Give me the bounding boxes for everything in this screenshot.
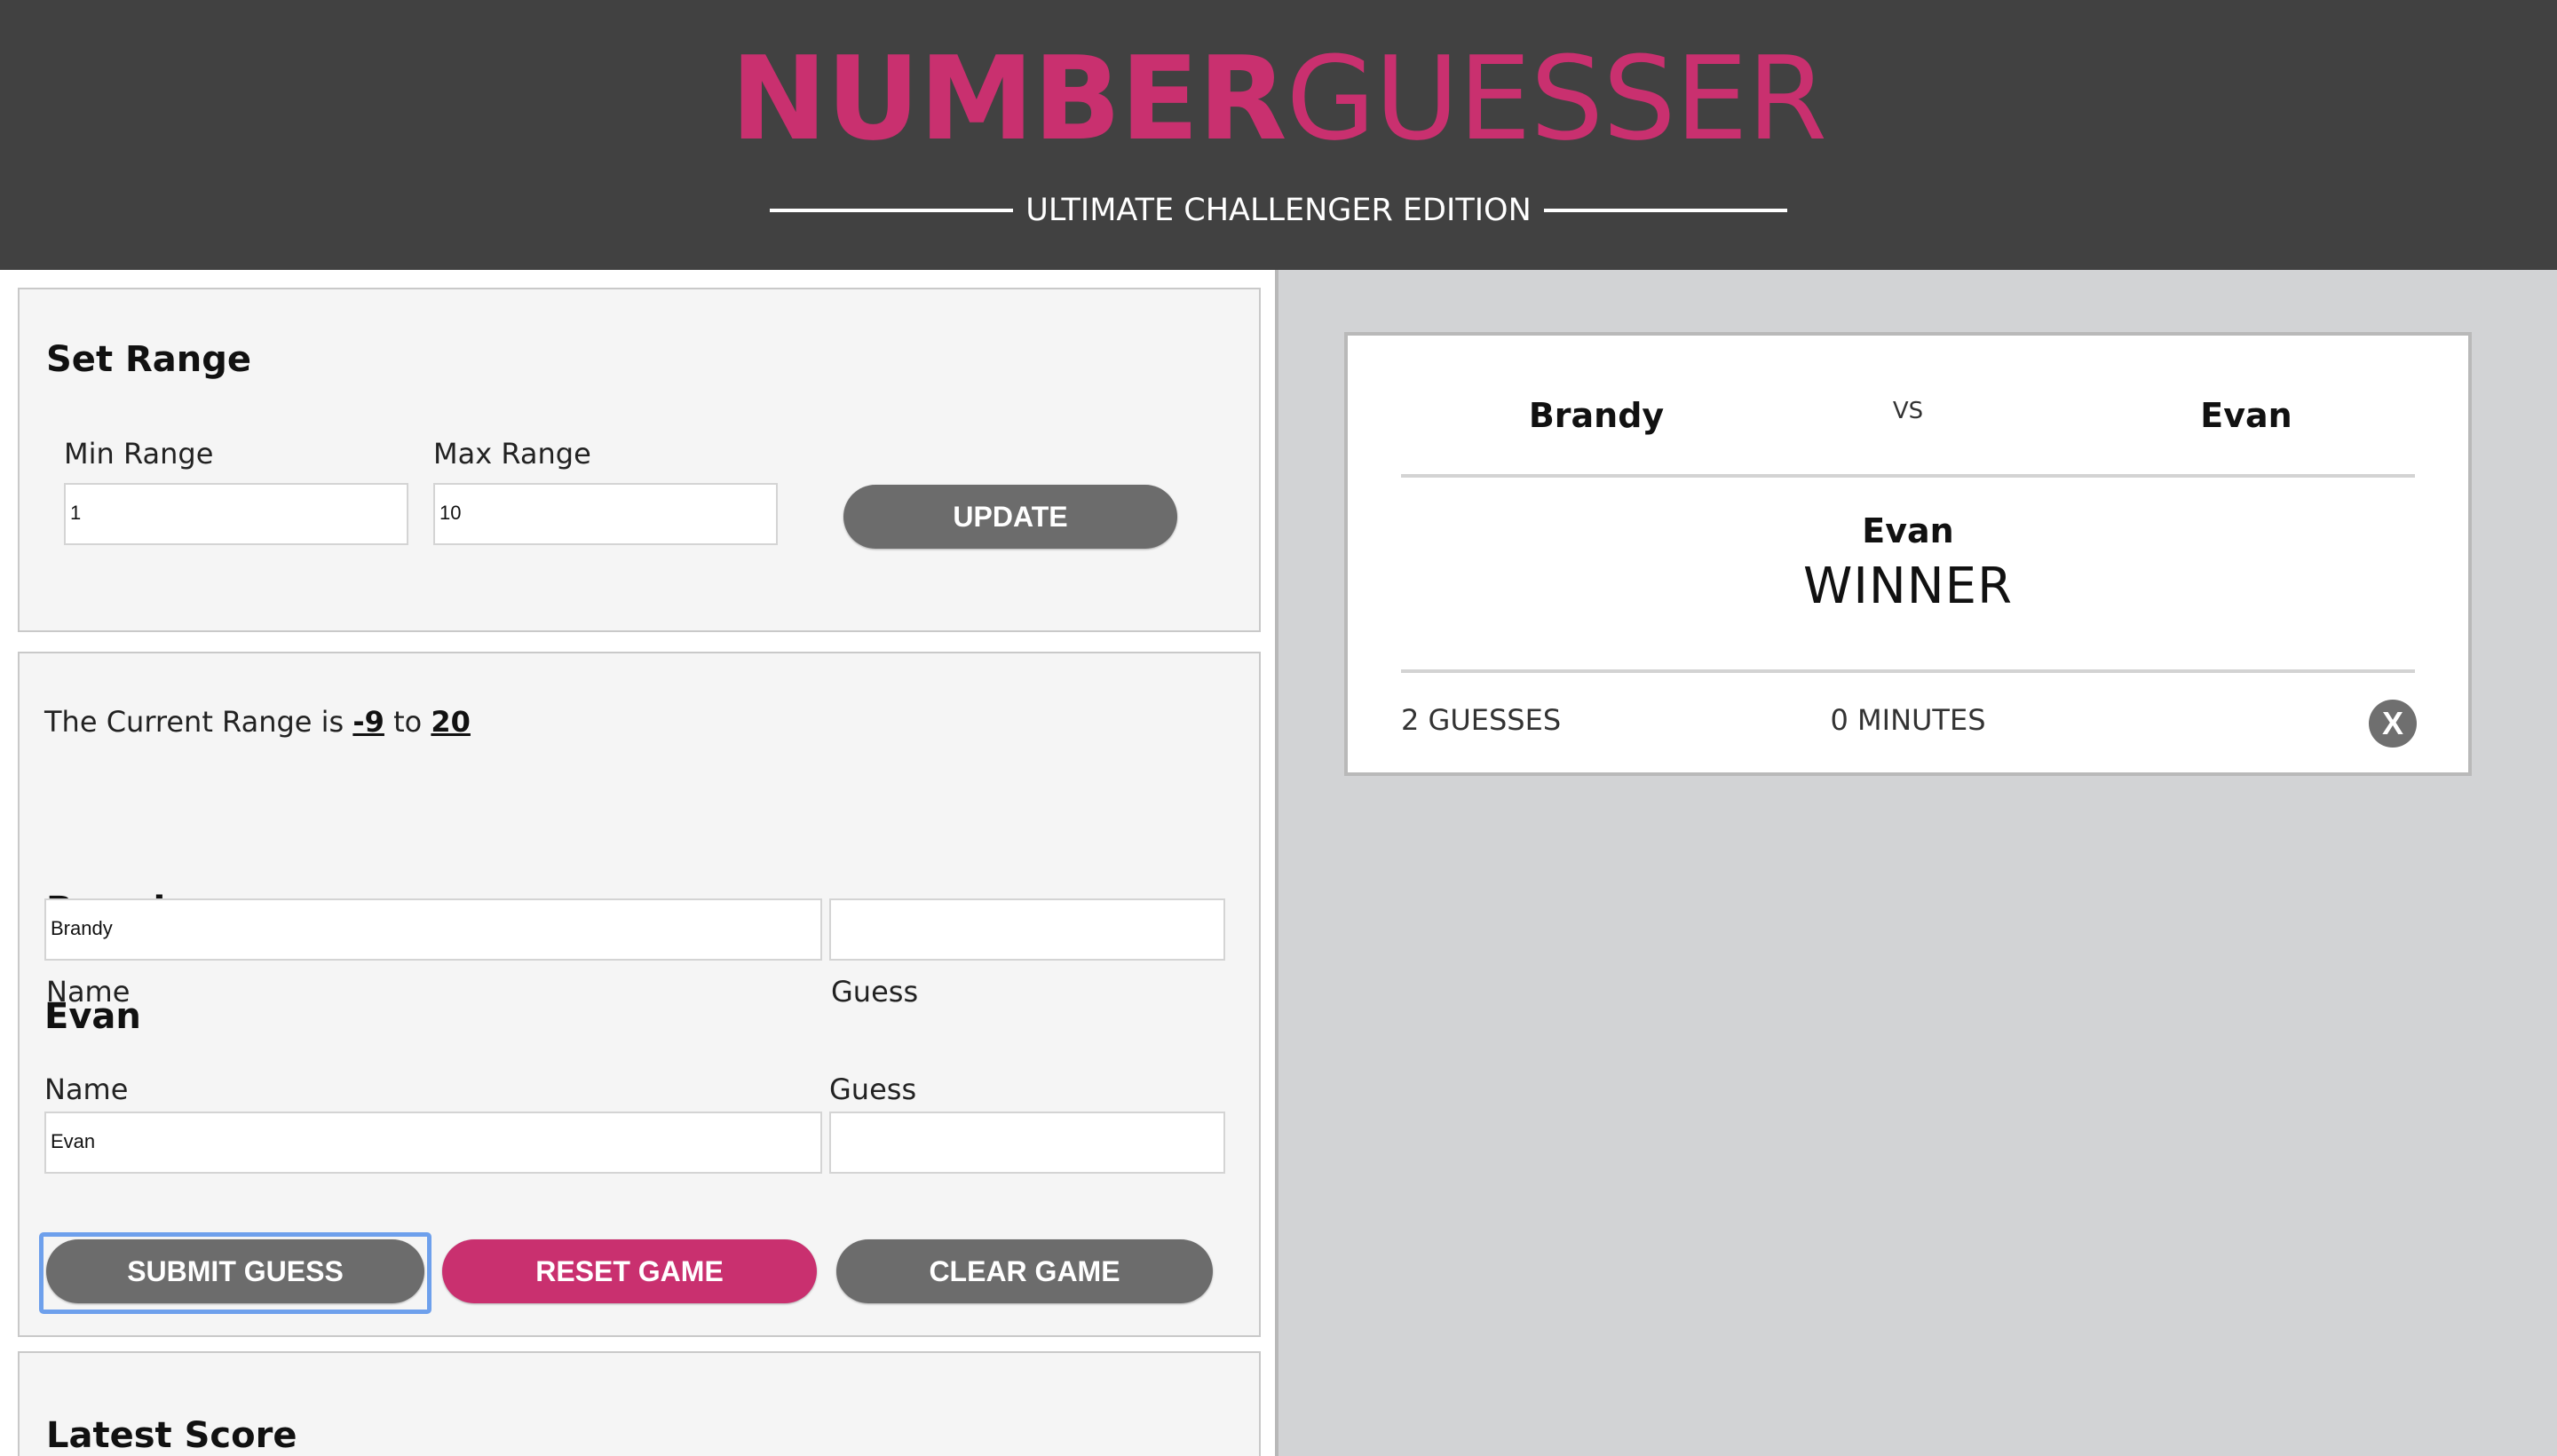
player1-name-input[interactable]: Brandy	[44, 898, 822, 961]
min-range-label: Min Range	[64, 437, 214, 471]
clear-game-button[interactable]: CLEAR GAME	[836, 1239, 1213, 1303]
set-range-card: Set Range Min Range Max Range 1 10 UPDAT…	[18, 288, 1261, 632]
player2-guess-label: Guess	[829, 1072, 917, 1106]
range-joiner: to	[393, 705, 423, 739]
max-range-label: Max Range	[433, 437, 591, 471]
winner-label: WINNER	[1803, 558, 2013, 615]
challenger2-name: Evan	[2200, 396, 2292, 435]
result-card: Brandy VS Evan Evan WINNER 2 GUESSES 0 M…	[1344, 332, 2472, 776]
set-range-title: Set Range	[46, 339, 252, 380]
winner-name: Evan	[1862, 511, 1954, 550]
current-range-text: The Current Range is -9 to 20	[44, 705, 471, 739]
app-logo: NUMBERGUESSER	[0, 32, 2557, 165]
subtitle-row: ULTIMATE CHALLENGER EDITION	[0, 188, 2557, 233]
app-subtitle: ULTIMATE CHALLENGER EDITION	[1025, 193, 1532, 228]
result-divider-top	[1401, 474, 2415, 478]
logo-bold: NUMBER	[730, 31, 1287, 166]
range-min-value: -9	[352, 705, 384, 739]
player2-guess-input[interactable]	[829, 1112, 1225, 1174]
range-prefix: The Current Range is	[44, 705, 344, 739]
latest-score-card: Latest Score	[18, 1351, 1261, 1456]
range-max-value: 20	[431, 705, 471, 739]
player1-guess-input[interactable]	[829, 898, 1225, 961]
player2-name-input[interactable]: Evan	[44, 1112, 822, 1174]
max-range-input[interactable]: 10	[433, 483, 778, 545]
close-icon[interactable]: X	[2369, 700, 2417, 748]
subtitle-rule-right	[1543, 209, 1787, 212]
player1-guess-label: Guess	[831, 975, 919, 1009]
latest-score-title: Latest Score	[46, 1415, 297, 1456]
min-range-input[interactable]: 1	[64, 483, 408, 545]
result-divider-bottom	[1401, 669, 2415, 673]
minutes-count: 0 MINUTES	[1830, 703, 1986, 737]
submit-guess-button[interactable]: SUBMIT GUESS	[46, 1239, 424, 1303]
reset-game-button[interactable]: RESET GAME	[442, 1239, 817, 1303]
app-header: NUMBERGUESSER ULTIMATE CHALLENGER EDITIO…	[0, 0, 2557, 270]
player2-heading: Evan	[44, 996, 141, 1037]
subtitle-rule-left	[770, 209, 1014, 212]
player2-name-label: Name	[44, 1072, 129, 1106]
update-button[interactable]: UPDATE	[843, 485, 1177, 549]
left-column: Set Range Min Range Max Range 1 10 UPDAT…	[0, 270, 1278, 1456]
logo-light: GUESSER	[1286, 31, 1828, 166]
